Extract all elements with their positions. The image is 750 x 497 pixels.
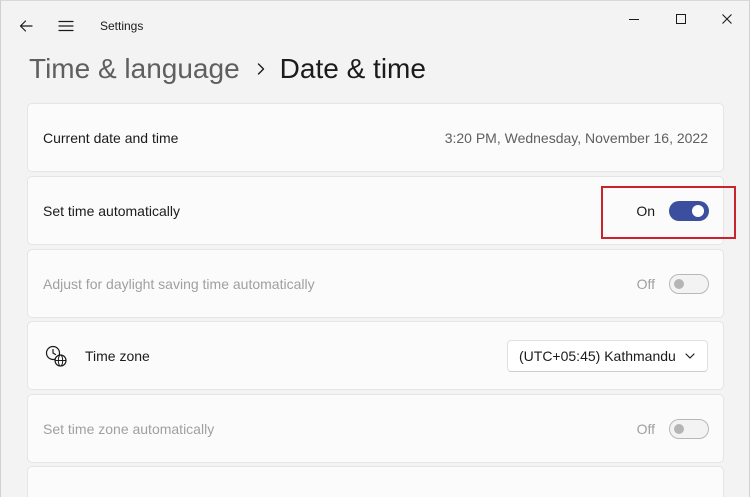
- close-button[interactable]: [711, 7, 743, 31]
- title-bar: Settings: [1, 1, 750, 51]
- time-zone-selected-value: (UTC+05:45) Kathmandu: [519, 347, 676, 364]
- current-datetime-label: Current date and time: [43, 129, 179, 146]
- daylight-saving-label: Adjust for daylight saving time automati…: [43, 275, 315, 292]
- minimize-icon: [629, 19, 639, 20]
- app-title: Settings: [100, 19, 144, 33]
- clock-globe-icon: [45, 345, 67, 367]
- breadcrumb-parent-link[interactable]: Time & language: [29, 53, 240, 85]
- daylight-saving-toggle[interactable]: [669, 273, 709, 294]
- set-time-zone-automatically-row: Set time zone automatically Off: [27, 394, 724, 463]
- set-time-zone-automatically-toggle[interactable]: [669, 418, 709, 439]
- current-datetime-row: Current date and time 3:20 PM, Wednesday…: [27, 103, 724, 172]
- daylight-saving-state: Off: [636, 275, 655, 292]
- navigation-menu-button[interactable]: [53, 13, 79, 39]
- set-time-zone-automatically-toggle-group: Off: [636, 418, 709, 439]
- back-button[interactable]: [13, 13, 39, 39]
- set-time-zone-automatically-label: Set time zone automatically: [43, 420, 215, 437]
- chevron-down-icon: [685, 352, 695, 359]
- next-settings-row-partial: [27, 466, 724, 497]
- chevron-right-icon: [256, 62, 266, 76]
- toggle-knob: [674, 278, 684, 289]
- set-time-zone-automatically-state: Off: [636, 420, 655, 437]
- maximize-icon: [676, 14, 686, 24]
- hamburger-menu-icon: [58, 20, 74, 32]
- settings-window: Settings Time & language Date & time Cur…: [0, 0, 750, 497]
- time-zone-dropdown[interactable]: (UTC+05:45) Kathmandu: [507, 339, 708, 372]
- time-zone-row: Time zone (UTC+05:45) Kathmandu: [27, 321, 724, 390]
- current-datetime-value: 3:20 PM, Wednesday, November 16, 2022: [444, 129, 708, 146]
- maximize-button[interactable]: [665, 7, 697, 31]
- toggle-knob: [674, 423, 684, 434]
- page-title: Date & time: [279, 53, 426, 84]
- set-time-automatically-label: Set time automatically: [43, 202, 180, 219]
- breadcrumb: Time & language Date & time: [29, 49, 426, 89]
- time-zone-label: Time zone: [85, 347, 150, 364]
- daylight-saving-row: Adjust for daylight saving time automati…: [27, 249, 724, 318]
- highlight-annotation-box: [601, 186, 736, 239]
- daylight-saving-toggle-group: Off: [636, 273, 709, 294]
- back-arrow-icon: [19, 20, 33, 32]
- close-icon: [722, 14, 732, 24]
- minimize-button[interactable]: [618, 7, 650, 31]
